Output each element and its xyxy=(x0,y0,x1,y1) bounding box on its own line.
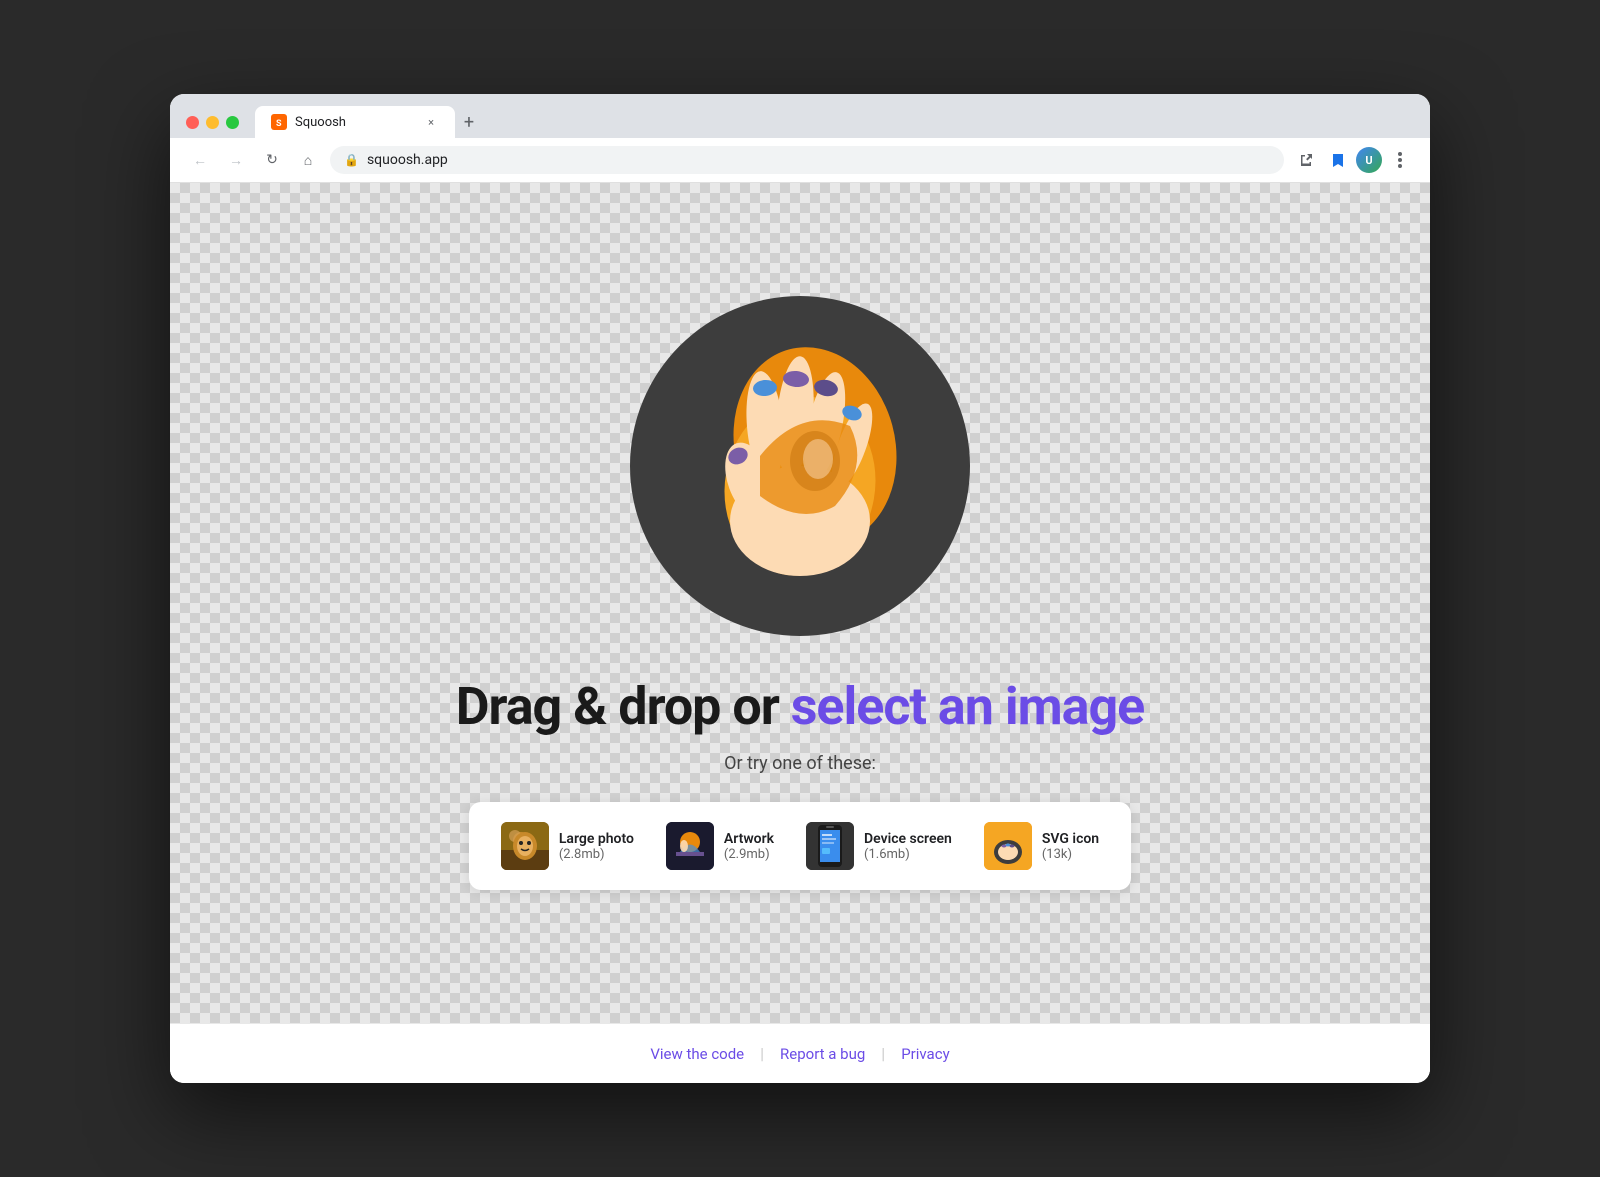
large-photo-name: Large photo xyxy=(559,831,634,847)
app-logo xyxy=(630,296,970,636)
sample-artwork[interactable]: Artwork (2.9mb) xyxy=(658,818,782,874)
maximize-window-button[interactable] xyxy=(226,116,239,129)
select-image-link[interactable]: select an image xyxy=(791,676,1145,737)
profile-avatar[interactable]: U xyxy=(1356,147,1382,173)
footer-separator-2: | xyxy=(881,1044,885,1063)
tab-favicon-icon: S xyxy=(271,114,287,130)
view-code-link[interactable]: View the code xyxy=(650,1045,744,1063)
report-bug-link[interactable]: Report a bug xyxy=(780,1045,865,1063)
bookmark-button[interactable] xyxy=(1324,146,1352,174)
more-options-button[interactable] xyxy=(1386,146,1414,174)
svg-icon-name: SVG icon xyxy=(1042,831,1099,847)
external-link-button[interactable] xyxy=(1292,146,1320,174)
drop-zone[interactable]: Drag & drop or select an image Or try on… xyxy=(170,183,1430,1023)
device-screen-name: Device screen xyxy=(864,831,952,847)
tab-close-button[interactable]: × xyxy=(423,114,439,130)
toolbar-actions: U xyxy=(1292,146,1414,174)
svg-icon-thumbnail xyxy=(984,822,1032,870)
artwork-size: (2.9mb) xyxy=(724,847,774,862)
forward-button[interactable]: → xyxy=(222,146,250,174)
minimize-window-button[interactable] xyxy=(206,116,219,129)
home-button[interactable]: ⌂ xyxy=(294,146,322,174)
new-tab-button[interactable]: + xyxy=(455,108,483,136)
traffic-lights xyxy=(186,116,239,129)
tab-bar: S Squoosh × + xyxy=(255,106,1414,138)
main-heading: Drag & drop or select an image xyxy=(456,676,1145,737)
device-screen-thumbnail xyxy=(806,822,854,870)
svg-icon-info: SVG icon (13k) xyxy=(1042,831,1099,862)
device-screen-size: (1.6mb) xyxy=(864,847,952,862)
browser-window: S Squoosh × + ← → ↻ ⌂ 🔒 squoosh.app xyxy=(170,94,1430,1083)
active-tab[interactable]: S Squoosh × xyxy=(255,106,455,138)
url-display: squoosh.app xyxy=(367,152,448,168)
artwork-name: Artwork xyxy=(724,831,774,847)
footer: View the code | Report a bug | Privacy xyxy=(170,1023,1430,1083)
heading-static-text: Drag & drop or xyxy=(456,676,791,737)
close-window-button[interactable] xyxy=(186,116,199,129)
tab-title-label: Squoosh xyxy=(295,115,415,130)
browser-content: Drag & drop or select an image Or try on… xyxy=(170,183,1430,1083)
artwork-thumbnail xyxy=(666,822,714,870)
browser-chrome: S Squoosh × + ← → ↻ ⌂ 🔒 squoosh.app xyxy=(170,94,1430,183)
large-photo-info: Large photo (2.8mb) xyxy=(559,831,634,862)
svg-icon-size: (13k) xyxy=(1042,847,1099,862)
reload-button[interactable]: ↻ xyxy=(258,146,286,174)
subtitle-text: Or try one of these: xyxy=(724,753,876,774)
footer-separator-1: | xyxy=(760,1044,764,1063)
sample-svg-icon[interactable]: SVG icon (13k) xyxy=(976,818,1107,874)
sample-large-photo[interactable]: Large photo (2.8mb) xyxy=(493,818,642,874)
artwork-info: Artwork (2.9mb) xyxy=(724,831,774,862)
sample-images-container: Large photo (2.8mb) xyxy=(469,802,1131,890)
large-photo-thumbnail xyxy=(501,822,549,870)
titlebar: S Squoosh × + xyxy=(170,94,1430,138)
svg-text:S: S xyxy=(276,119,282,129)
address-bar[interactable]: 🔒 squoosh.app xyxy=(330,146,1284,174)
privacy-link[interactable]: Privacy xyxy=(901,1045,949,1063)
lock-icon: 🔒 xyxy=(344,153,359,167)
browser-toolbar: ← → ↻ ⌂ 🔒 squoosh.app xyxy=(170,138,1430,183)
sample-device-screen[interactable]: Device screen (1.6mb) xyxy=(798,818,960,874)
device-screen-info: Device screen (1.6mb) xyxy=(864,831,952,862)
large-photo-size: (2.8mb) xyxy=(559,847,634,862)
back-button[interactable]: ← xyxy=(186,146,214,174)
